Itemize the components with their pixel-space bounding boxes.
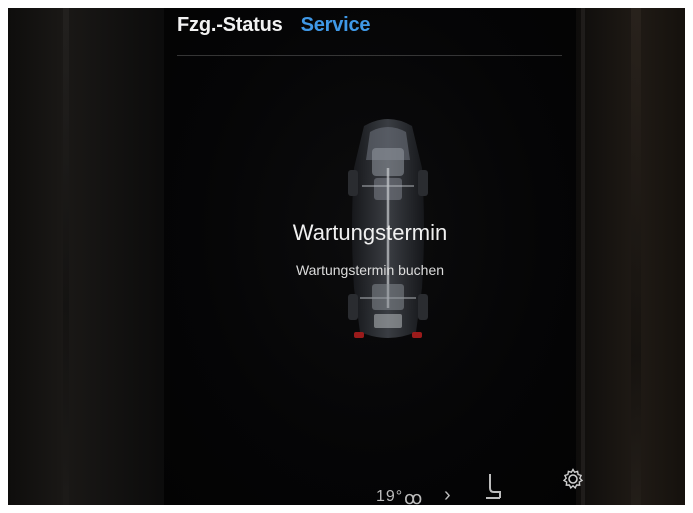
temperature-readout[interactable]: 19° bbox=[376, 488, 403, 505]
fan-icon[interactable]: ꝏ bbox=[404, 488, 422, 505]
book-appointment-link[interactable]: Wartungstermin buchen bbox=[160, 262, 580, 278]
bottom-climate-bar: 19° ꝏ › bbox=[164, 468, 584, 505]
tab-service[interactable]: Service bbox=[301, 14, 371, 37]
tab-divider bbox=[177, 55, 562, 56]
photo-frame: Fzg.-Status Service Wartungstermin Wartu… bbox=[8, 8, 685, 505]
service-title[interactable]: Wartungstermin bbox=[160, 220, 580, 246]
gear-icon[interactable] bbox=[562, 468, 584, 490]
seat-heating-icon[interactable] bbox=[482, 472, 504, 500]
infotainment-screen: Fzg.-Status Service Wartungstermin Wartu… bbox=[164, 8, 584, 505]
right-bezel bbox=[567, 8, 685, 505]
left-bezel bbox=[8, 8, 168, 505]
chevron-right-icon[interactable]: › bbox=[444, 484, 451, 505]
tab-vehicle-status[interactable]: Fzg.-Status bbox=[177, 14, 283, 37]
tab-bar: Fzg.-Status Service bbox=[177, 14, 371, 37]
